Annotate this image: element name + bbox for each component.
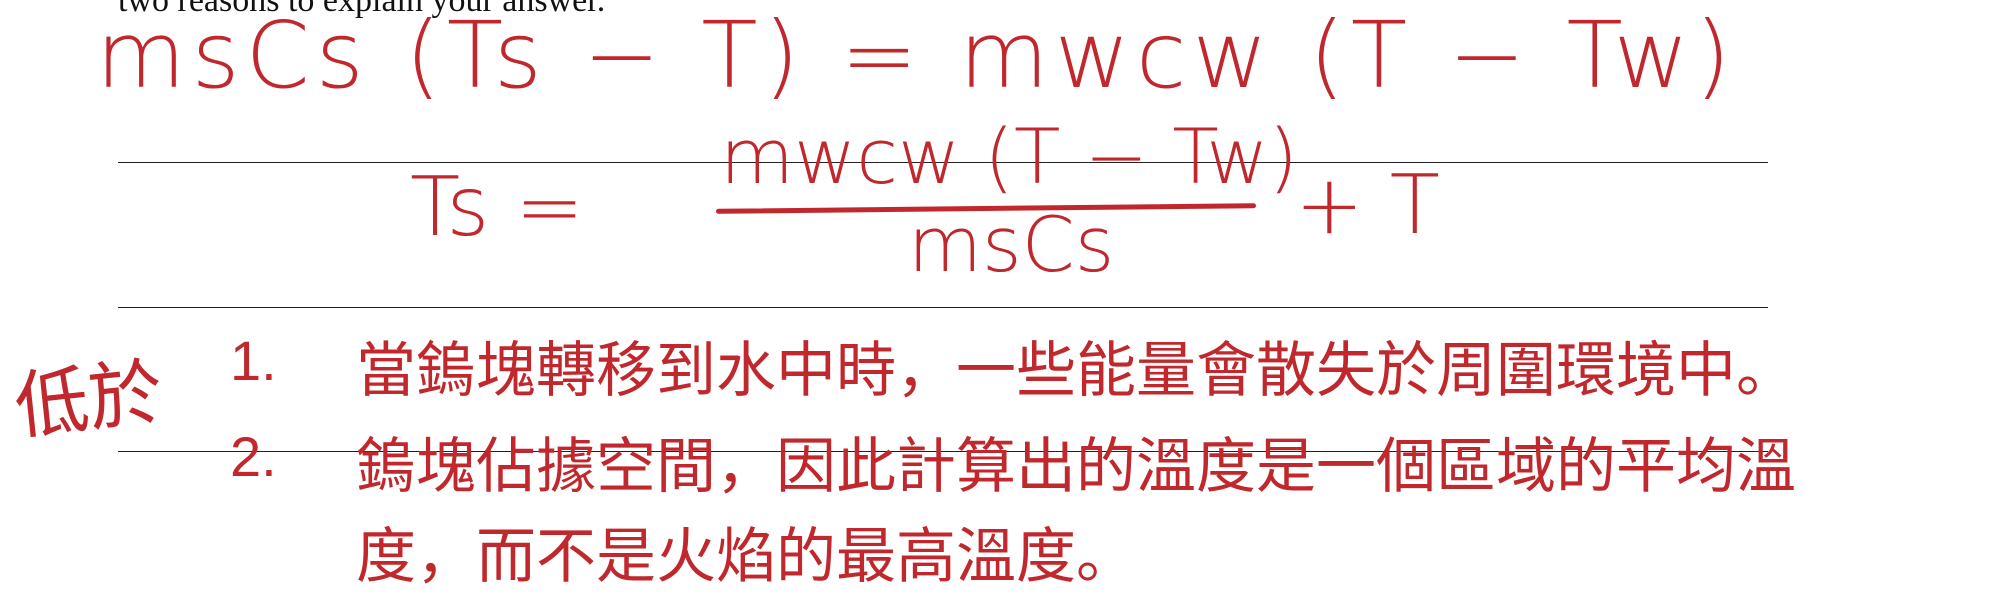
handwritten-margin-note: 低於 — [10, 349, 167, 451]
handwritten-fraction-denominator: msCs — [908, 200, 1115, 289]
handwritten-equation-2-rhs: + T — [1295, 158, 1440, 253]
answer-item-2: 鎢塊佔據空間，因此計算出的溫度是一個區域的平均溫 — [356, 432, 1796, 502]
answer-marker-1: 1. — [230, 329, 277, 392]
handwritten-fraction-numerator: mwcw (T − Tw) — [720, 112, 1299, 201]
answer-marker-2: 2. — [230, 425, 277, 488]
answer-item-1: 當鎢塊轉移到水中時，一些能量會散失於周圍環境中。 — [356, 336, 1796, 406]
answer-rule-line — [118, 307, 1768, 308]
handwritten-equation-2-lhs: Ts = — [410, 160, 585, 255]
handwritten-equation-1: msCs (Ts − T) = mwcw (T − Tw) — [96, 2, 1737, 109]
